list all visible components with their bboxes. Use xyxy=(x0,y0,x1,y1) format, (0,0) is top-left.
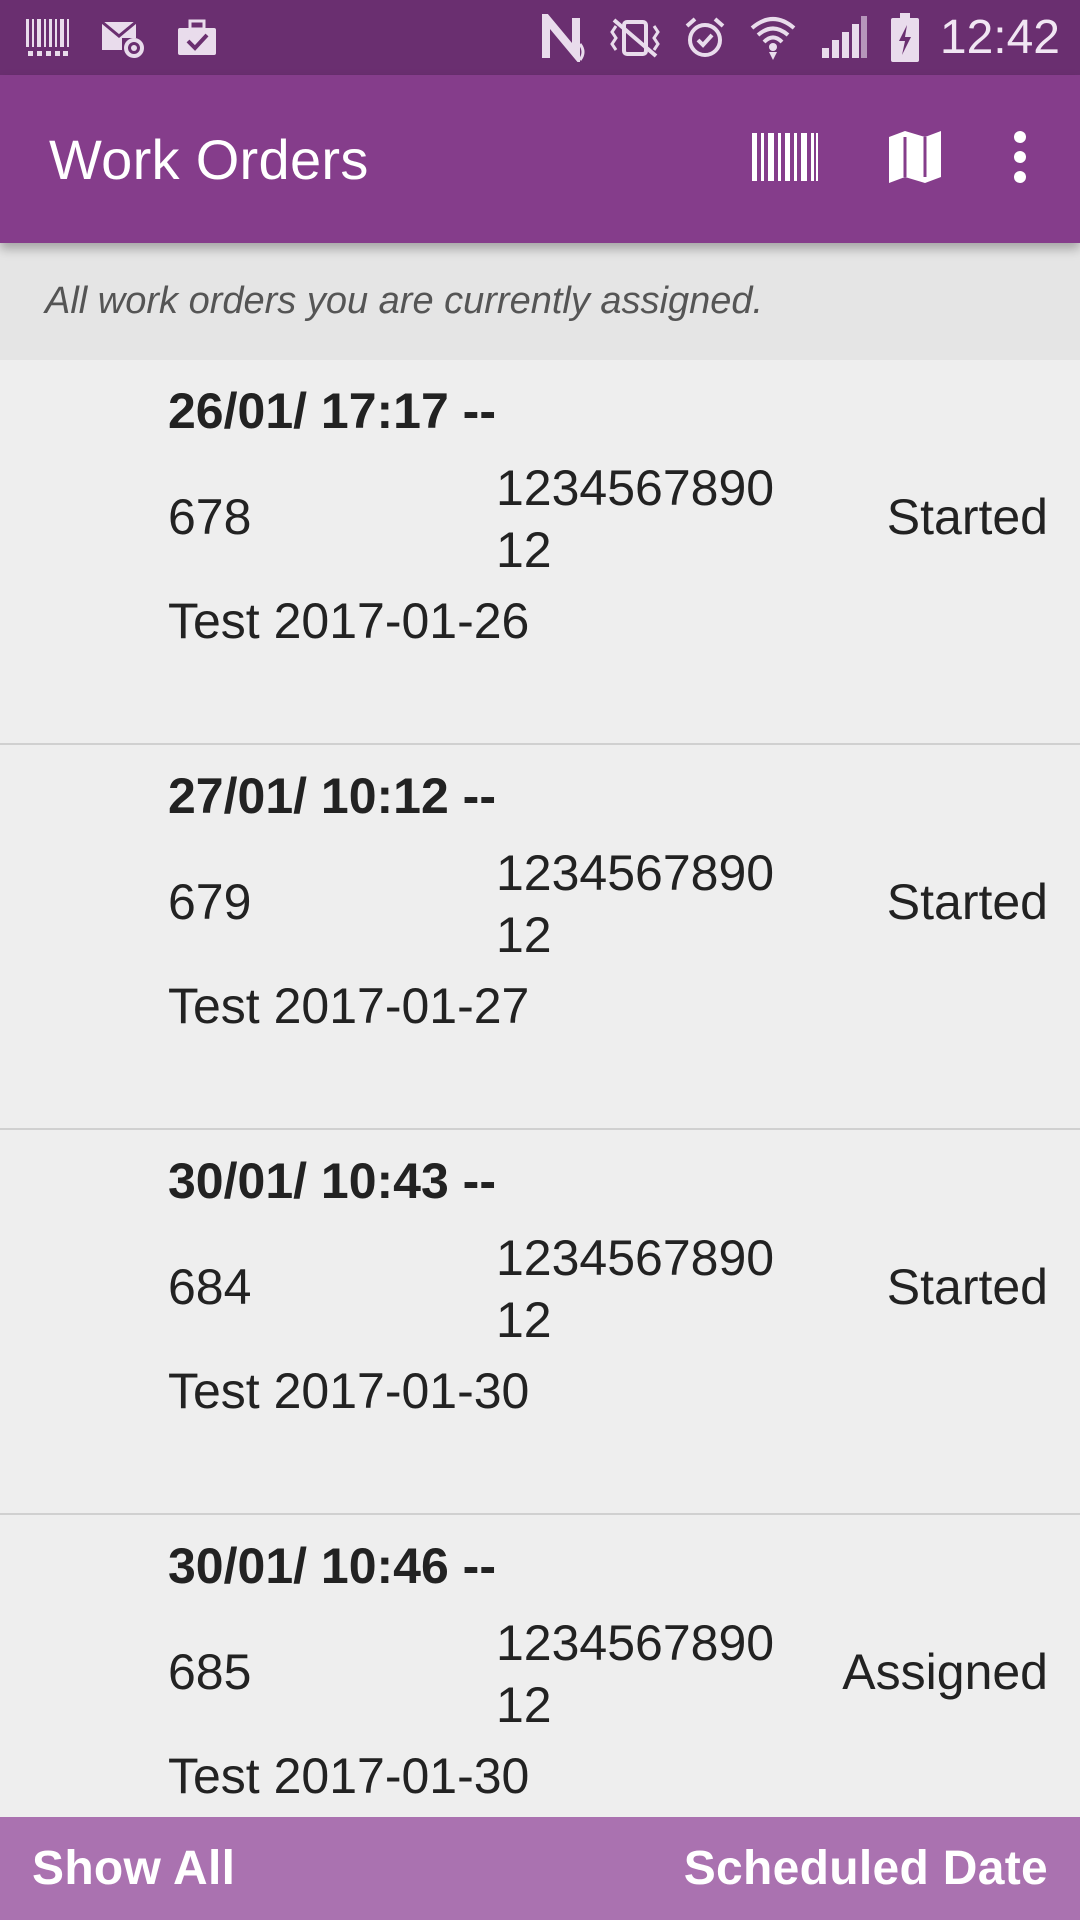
order-reference: 123456789012 xyxy=(496,1615,775,1733)
work-order-row[interactable]: 30/01/ 10:46 -- 685 123456789012 Assigne… xyxy=(0,1515,1080,1817)
order-description: Test 2017-01-30 xyxy=(168,1363,530,1419)
subtitle-bar: All work orders you are currently assign… xyxy=(0,243,1080,360)
order-reference: 123456789012 xyxy=(496,845,775,963)
signal-icon xyxy=(820,15,868,60)
order-description: Test 2017-01-30 xyxy=(168,1748,530,1804)
barcode-scan-button[interactable] xyxy=(720,75,850,243)
page-title: Work Orders xyxy=(49,127,369,191)
subtitle-text: All work orders you are currently assign… xyxy=(45,280,764,322)
status-left-icons xyxy=(26,18,248,58)
barcode-notification-icon xyxy=(26,18,70,57)
order-status: Started xyxy=(886,874,1048,930)
status-bar: 12:42 xyxy=(0,0,1080,75)
order-reference: 123456789012 xyxy=(496,1230,775,1348)
app-bar-actions xyxy=(720,75,1080,243)
briefcase-check-icon xyxy=(176,19,218,57)
order-status: Started xyxy=(886,489,1048,545)
work-order-row[interactable]: 26/01/ 17:17 -- 678 123456789012 Started… xyxy=(0,360,1080,745)
order-description: Test 2017-01-27 xyxy=(168,978,530,1034)
app-bar: Work Orders xyxy=(0,75,1080,243)
work-order-list: 26/01/ 17:17 -- 678 123456789012 Started… xyxy=(0,360,1080,1817)
overflow-menu-button[interactable] xyxy=(980,75,1060,243)
order-description: Test 2017-01-26 xyxy=(168,593,530,649)
order-date: 30/01/ 10:46 -- xyxy=(168,1538,496,1594)
more-vert-icon xyxy=(1012,130,1028,188)
mail-settings-icon xyxy=(100,18,146,58)
alarm-icon xyxy=(684,16,726,60)
vibrate-icon xyxy=(608,16,662,60)
show-all-button[interactable]: Show All xyxy=(32,1841,235,1896)
order-status: Started xyxy=(886,1259,1048,1315)
order-date: 27/01/ 10:12 -- xyxy=(168,768,496,824)
order-date: 30/01/ 10:43 -- xyxy=(168,1153,496,1209)
order-id: 684 xyxy=(168,1259,252,1315)
barcode-icon xyxy=(752,132,818,186)
order-reference: 123456789012 xyxy=(496,460,775,578)
order-status: Assigned xyxy=(842,1644,1048,1700)
screen: 12:42 Work Orders All work orders you ar… xyxy=(0,0,1080,1920)
order-date: 26/01/ 17:17 -- xyxy=(168,383,496,439)
work-order-row[interactable]: 27/01/ 10:12 -- 679 123456789012 Started… xyxy=(0,745,1080,1130)
order-id: 679 xyxy=(168,874,252,930)
status-right-icons: 12:42 xyxy=(520,10,1060,65)
battery-charging-icon xyxy=(890,12,920,63)
nfc-icon xyxy=(541,13,586,62)
wifi-icon xyxy=(748,14,798,62)
order-id: 685 xyxy=(168,1644,252,1700)
order-id: 678 xyxy=(168,489,252,545)
map-icon xyxy=(887,129,943,190)
status-time: 12:42 xyxy=(939,11,1060,64)
bottom-bar: Show All Scheduled Date xyxy=(0,1817,1080,1920)
map-button[interactable] xyxy=(850,75,980,243)
scheduled-date-sort-button[interactable]: Scheduled Date xyxy=(684,1841,1048,1896)
work-order-row[interactable]: 30/01/ 10:43 -- 684 123456789012 Started… xyxy=(0,1130,1080,1515)
